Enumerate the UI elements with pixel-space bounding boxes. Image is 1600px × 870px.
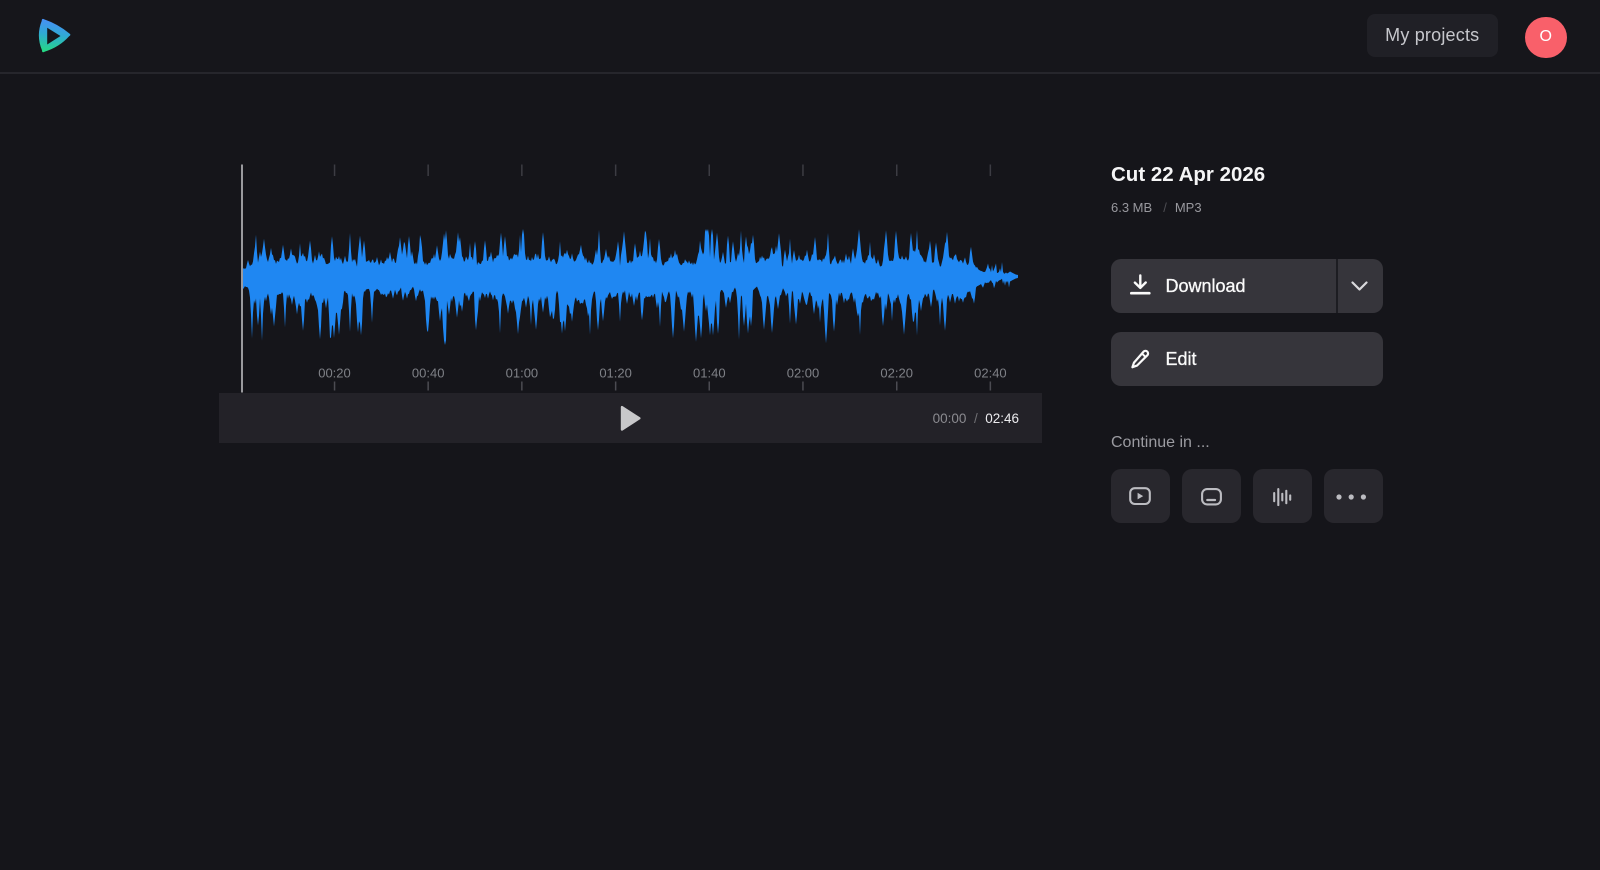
svg-text:01:40: 01:40 <box>693 366 726 381</box>
svg-text:02:20: 02:20 <box>880 366 913 381</box>
svg-text:01:20: 01:20 <box>599 366 632 381</box>
svg-text:02:00: 02:00 <box>787 366 820 381</box>
svg-text:02:40: 02:40 <box>974 366 1007 381</box>
svg-text:00:40: 00:40 <box>412 366 445 381</box>
svg-text:01:00: 01:00 <box>506 366 539 381</box>
svg-text:00:20: 00:20 <box>318 366 351 381</box>
